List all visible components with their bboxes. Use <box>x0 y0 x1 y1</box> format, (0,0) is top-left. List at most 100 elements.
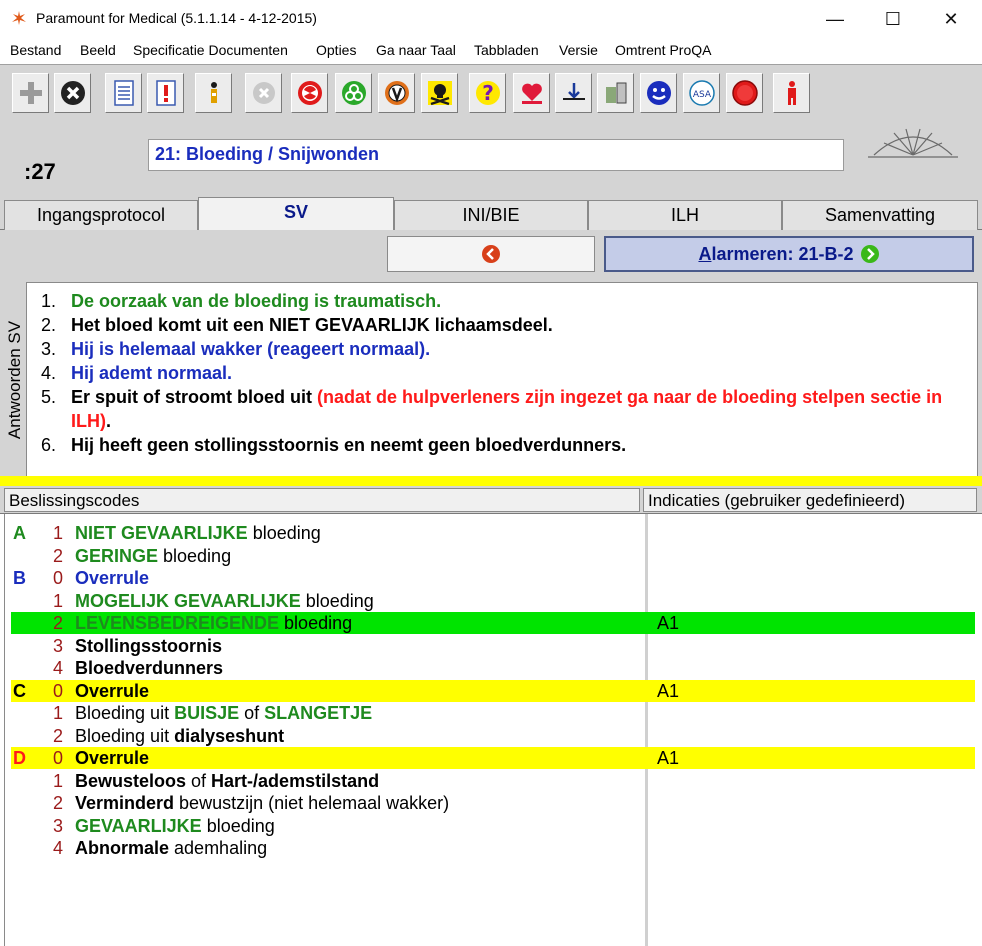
menu-ga-naar-taal[interactable]: Ga naar Taal <box>376 42 456 58</box>
answer-text: Hij ademt normaal. <box>71 361 232 385</box>
menu-opties[interactable]: Opties <box>316 42 356 58</box>
code-number: 4 <box>53 658 64 678</box>
sv-panel: Alarmeren: 21-B-2 Antwoorden SV 1. De oor… <box>0 230 982 480</box>
radiation-button[interactable] <box>291 73 328 113</box>
decision-code-row[interactable]: 2 LEVENSBEDREIGENDE bloeding A1 <box>11 612 975 634</box>
answer-number: 4. <box>41 363 57 383</box>
decision-code-row[interactable]: 1 Bewusteloos of Hart-/ademstilstand <box>11 770 975 792</box>
tab-ingangsprotocol[interactable]: Ingangsprotocol <box>4 200 198 230</box>
decision-code-row[interactable]: 2 Verminderd bewustzijn (niet helemaal wa… <box>11 792 975 814</box>
decision-codes-list: A 1 NIET GEVAARLIJKE bloeding 2 GERINGE bloe… <box>4 514 978 946</box>
code-description-part: SLANGETJE <box>264 703 373 723</box>
code-description-part: Overrule <box>75 568 150 588</box>
answer-text-part: Het bloed komt uit een NIET GEVAARLIJK l… <box>71 315 553 335</box>
answer-text: Hij heeft geen stollingsstoornis en neem… <box>71 433 626 457</box>
code-description-part: of <box>186 770 212 791</box>
answer-text-part: Er spuit of stroomt bloed uit <box>71 387 317 407</box>
document-button[interactable] <box>105 73 142 113</box>
tab-samenvatting[interactable]: Samenvatting <box>782 200 978 230</box>
answer-text-part: De oorzaak van de bloeding is traumatisc… <box>71 291 442 311</box>
heart-button[interactable] <box>513 73 550 113</box>
face-icon <box>646 81 671 105</box>
asa-icon: ASA <box>688 80 715 106</box>
minimize-button[interactable]: — <box>806 0 864 38</box>
header-panel: ? ASA :27 21: Bloeding / Snijwonden <box>0 64 982 196</box>
down-arrow-button[interactable] <box>555 73 592 113</box>
window-title: Paramount for Medical (5.1.1.14 - 4-12-2… <box>36 10 317 26</box>
biohazard-icon <box>341 81 366 105</box>
code-description-part: Abnormale <box>75 838 170 858</box>
asa-button[interactable]: ASA <box>683 73 720 113</box>
decision-code-row[interactable]: 4 Abnormale ademhaling <box>11 837 975 859</box>
tab-ini-bie[interactable]: INI/BIE <box>394 200 588 230</box>
close-button[interactable]: ✕ <box>922 0 980 38</box>
cross-icon <box>60 81 85 105</box>
tools-button[interactable] <box>597 73 634 113</box>
question-icon: ? <box>475 81 500 105</box>
code-level: C <box>13 680 26 701</box>
menu-bar: Bestand Beeld Specificatie Documenten Op… <box>0 38 982 64</box>
code-level: A <box>13 523 26 543</box>
code-description: MOGELIJK GEVAARLIJKE bloeding <box>75 590 641 612</box>
decision-code-row[interactable]: 4 Bloedverdunners <box>11 657 975 679</box>
menu-bestand[interactable]: Bestand <box>10 42 61 58</box>
menu-versie[interactable]: Versie <box>559 42 598 58</box>
cancel-button[interactable] <box>245 73 282 113</box>
decision-code-row[interactable]: B 0 Overrule <box>11 567 975 589</box>
code-description: Abnormale ademhaling <box>75 837 641 859</box>
question-button[interactable]: ? <box>469 73 506 113</box>
menu-tabbladen[interactable]: Tabbladen <box>474 42 539 58</box>
back-arrow-icon <box>482 245 500 263</box>
code-description: Overrule <box>75 747 641 769</box>
stop-button[interactable] <box>726 73 763 113</box>
answer-item: 4. Hij ademt normaal. <box>37 361 967 385</box>
decision-code-row[interactable]: C 0 Overrule A1 <box>11 679 975 702</box>
decision-code-row[interactable]: A 1 NIET GEVAARLIJKE bloeding <box>11 522 975 544</box>
decision-code-row[interactable]: 3 GEVAARLIJKE bloeding <box>11 815 975 837</box>
code-description-part: GERINGE <box>75 545 159 566</box>
code-number: 2 <box>53 793 64 813</box>
answer-text: Er spuit of stroomt bloed uit (nadat de … <box>71 385 967 433</box>
code-description-part: bloeding <box>201 815 275 836</box>
tab-sv[interactable]: SV <box>198 197 394 231</box>
decision-code-row[interactable]: 2 Bloeding uit dialyseshunt <box>11 725 975 747</box>
code-description: Stollingsstoornis <box>75 635 641 657</box>
decision-code-row[interactable]: 1 MOGELIJK GEVAARLIJKE bloeding <box>11 590 975 612</box>
biohazard-button[interactable] <box>335 73 372 113</box>
app-logo-icon <box>12 11 26 25</box>
person-icon <box>210 82 217 103</box>
answer-text-part: Hij heeft geen stollingsstoornis en neem… <box>71 435 627 455</box>
menu-omtrent-proqa[interactable]: Omtrent ProQA <box>615 42 711 58</box>
code-description-part: bloeding <box>279 613 353 633</box>
decision-code-row[interactable]: 2 GERINGE bloeding <box>11 545 975 567</box>
answer-item: 3. Hij is helemaal wakker (reageert norma… <box>37 337 967 361</box>
v-button[interactable] <box>378 73 415 113</box>
answer-number: 3. <box>41 339 57 359</box>
code-indication: A1 <box>657 748 680 768</box>
cancel-icon <box>252 82 275 104</box>
decision-code-row[interactable]: 1 Bloeding uit BUISJE of SLANGETJE <box>11 702 975 724</box>
code-number: 1 <box>53 703 64 723</box>
decision-code-row[interactable]: D 0 Overrule A1 <box>11 747 975 769</box>
alarm-button[interactable]: Alarmeren: 21-B-2 <box>604 236 974 272</box>
document-alert-button[interactable] <box>147 73 184 113</box>
add-button[interactable] <box>12 73 49 113</box>
codes-header: Beslissingscodes Indicaties (gebruiker g… <box>0 486 982 514</box>
figure-button[interactable] <box>773 73 810 113</box>
close-case-button[interactable] <box>54 73 91 113</box>
menu-beeld[interactable]: Beeld <box>80 42 116 58</box>
decision-code-row[interactable]: 3 Stollingsstoornis <box>11 635 975 657</box>
code-number: 1 <box>53 590 64 611</box>
code-description-part: Overrule <box>75 680 150 701</box>
code-description-part: Overrule <box>75 748 150 768</box>
code-description-part: bloeding <box>300 590 374 611</box>
back-button[interactable] <box>387 236 595 272</box>
menu-specificatie-documenten[interactable]: Specificatie Documenten <box>133 42 288 58</box>
face-button[interactable] <box>640 73 677 113</box>
maximize-button[interactable]: ☐ <box>864 0 922 38</box>
poison-button[interactable] <box>421 73 458 113</box>
code-description-part: dialyseshunt <box>174 725 285 746</box>
code-description-part: Verminderd <box>75 793 175 813</box>
person-button[interactable] <box>195 73 232 113</box>
tab-ilh[interactable]: ILH <box>588 200 782 230</box>
